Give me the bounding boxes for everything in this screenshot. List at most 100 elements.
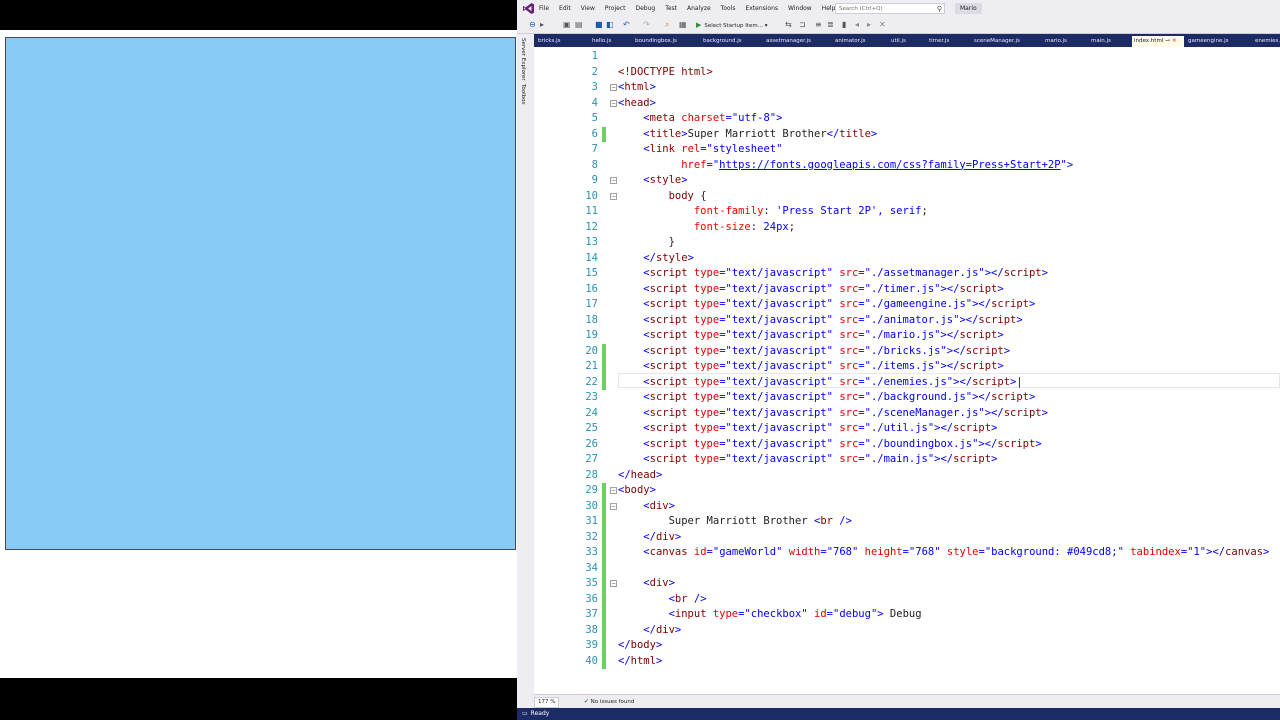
canvas-height-value: 768 (915, 546, 935, 558)
tab-assetmanager[interactable]: assetmanager.js (764, 36, 813, 47)
line-number: 17 (585, 298, 598, 310)
server-explorer-tab[interactable]: Server Explorer (520, 38, 526, 81)
code-line-40: </html> (618, 654, 663, 667)
menu-extensions[interactable]: Extensions (745, 5, 778, 12)
redo-icon[interactable]: ↷ (643, 20, 650, 30)
visual-studio-window: File Edit View Project Debug Test Analyz… (517, 0, 1280, 720)
fold-toggle[interactable]: − (610, 84, 617, 91)
script-line: <script type="text/javascript" src="./ti… (643, 282, 1004, 295)
canvas-id-value: gameWorld (719, 546, 777, 558)
document-tabs: bricks.js hello.js boundingbox.js backgr… (534, 34, 1280, 47)
bookmark-clear-icon[interactable]: ✕ (879, 20, 886, 30)
script-src: ./bricks.js (870, 344, 941, 357)
line-number: 14 (585, 251, 598, 264)
save-all-icon[interactable]: ◧ (606, 20, 614, 30)
code-editor[interactable]: 1 2 3 4 5 6 7 8 9 10 11 12 13 14 15 16 1… (534, 47, 1280, 694)
search-input[interactable]: Search (Ctrl+Q) ⚲ (835, 3, 945, 14)
fold-toggle[interactable]: − (610, 99, 617, 107)
tab-index-active[interactable]: index.html ⊸ ✕ (1132, 36, 1184, 47)
script-src: ./gameengine.js (870, 298, 966, 310)
toolbox-tab[interactable]: Toolbox (520, 84, 526, 105)
tab-bricks[interactable]: bricks.js (536, 36, 563, 47)
menu-help[interactable]: Help (822, 5, 836, 12)
step-icon[interactable]: ⊐ (799, 20, 806, 30)
line-number: 40 (585, 654, 598, 667)
status-ready: ▭ Ready (522, 709, 549, 719)
find-icon[interactable]: ⌕ (665, 20, 669, 30)
uncomment-icon[interactable]: ≣ (827, 20, 834, 30)
code-line-35: <div> (643, 577, 675, 589)
status-label: Ready (530, 710, 550, 717)
tab-util[interactable]: util.js (889, 36, 908, 47)
status-icon: ▭ (522, 710, 528, 717)
line-number: 12 (585, 220, 598, 233)
toolbar: ⊖ ▸ ▣ ▤ ■ ◧ ↶ ↷ ⌕ ▦ ▶ Select Startup Item… (517, 17, 1280, 34)
change-marker (602, 483, 606, 669)
menu-view[interactable]: View (581, 5, 595, 12)
new-project-icon[interactable]: ▣ (563, 20, 571, 30)
screen-bottom-black (0, 678, 517, 720)
save-icon[interactable]: ■ (595, 20, 603, 30)
fold-toggle[interactable]: − (610, 487, 617, 494)
open-file-icon[interactable]: ▤ (575, 20, 583, 30)
comment-icon[interactable]: ≡ (815, 20, 822, 30)
menu-edit[interactable]: Edit (559, 5, 571, 12)
tab-main[interactable]: main.js (1089, 36, 1113, 47)
tab-enemies[interactable]: enemies.js (1253, 36, 1280, 47)
tab-boundingbox[interactable]: boundingbox.js (633, 36, 679, 47)
code-line-2: <!DOCTYPE html> (618, 65, 713, 81)
menu-debug[interactable]: Debug (635, 5, 655, 12)
fold-toggle[interactable]: − (610, 580, 617, 587)
bookmark-next-icon[interactable]: ▸ (867, 20, 871, 30)
start-button[interactable]: ▶ Select Startup Item... ▾ (696, 20, 768, 30)
body-text: Super Marriott Brother (668, 515, 808, 527)
pin-icon[interactable]: ⊸ (1165, 38, 1170, 44)
menu-tools[interactable]: Tools (721, 5, 736, 12)
close-tab-icon[interactable]: ✕ (1172, 38, 1177, 44)
line-number: 30 (585, 499, 598, 512)
solution-name-badge: Mario (955, 3, 982, 14)
code-line-5: <meta charset="utf-8"> (643, 112, 783, 124)
code-line-4: <head> (618, 96, 656, 109)
line-number: 27 (585, 453, 598, 465)
output-icon[interactable]: ▦ (679, 20, 687, 30)
attach-icon[interactable]: ⇆ (785, 20, 792, 30)
tab-hello[interactable]: hello.js (590, 36, 613, 47)
canvas-tabindex-value: 1 (1193, 546, 1200, 558)
tab-timer[interactable]: timer.js (927, 36, 951, 47)
script-line: <script type="text/javascript" src="./an… (643, 313, 1023, 326)
title-bar: File Edit View Project Debug Test Analyz… (517, 0, 1280, 17)
code-line-7: <link rel="stylesheet" (643, 143, 783, 155)
doctype-text: <!DOCTYPE html> (618, 65, 713, 78)
line-number: 23 (585, 391, 598, 403)
tab-mario[interactable]: mario.js (1043, 36, 1069, 47)
fold-toggle[interactable]: − (610, 192, 617, 200)
fold-toggle[interactable]: − (610, 502, 617, 510)
zoom-level[interactable]: 177 % (534, 697, 560, 708)
tab-animator[interactable]: animator.js (833, 36, 868, 47)
script-line: <script type="text/javascript" src="./ma… (643, 329, 1004, 341)
visual-studio-logo-icon (523, 3, 534, 14)
tab-gameengine[interactable]: gameengine.js (1186, 36, 1231, 47)
back-icon[interactable]: ⊖ (529, 20, 536, 30)
tab-background[interactable]: background.js (701, 36, 744, 47)
game-canvas[interactable] (5, 37, 516, 550)
undo-icon[interactable]: ↶ (623, 20, 630, 30)
menu-file[interactable]: File (539, 5, 549, 12)
menu-analyze[interactable]: Analyze (687, 5, 711, 12)
forward-icon[interactable]: ▸ (540, 20, 544, 30)
code-line-6: <title>Super Marriott Brother</title> (643, 127, 878, 140)
menu-window[interactable]: Window (788, 5, 812, 12)
font-url-link[interactable]: https://fonts.googleapis.com/css?family=… (719, 159, 1060, 171)
bookmark-icon[interactable]: ▮ (842, 20, 846, 30)
bookmark-prev-icon[interactable]: ◂ (855, 20, 859, 30)
script-src: ./main.js (870, 453, 928, 465)
menu-test[interactable]: Test (665, 5, 677, 12)
tab-scenemanager[interactable]: sceneManager.js (972, 36, 1022, 47)
script-src: ./util.js (870, 422, 928, 434)
fold-toggle[interactable]: − (610, 177, 617, 184)
menu-project[interactable]: Project (605, 5, 626, 12)
issues-indicator[interactable]: ✔ No issues found (584, 697, 634, 707)
code-line-33: <canvas id="gameWorld" width="768" heigh… (643, 546, 1270, 558)
script-src: ./animator.js (870, 313, 954, 326)
